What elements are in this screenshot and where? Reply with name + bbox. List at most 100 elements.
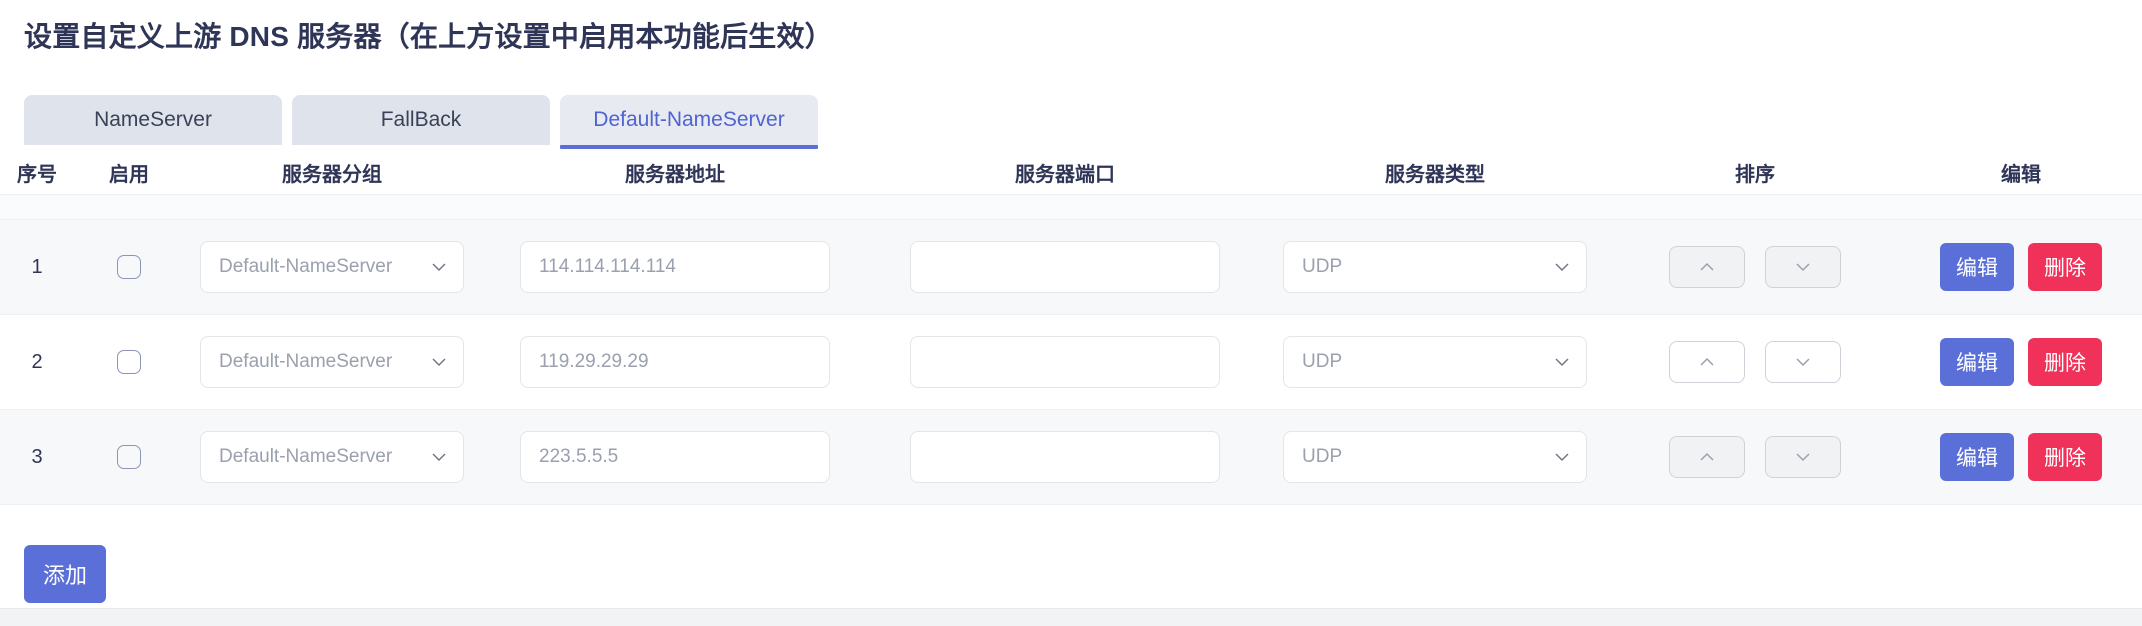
sort-controls — [1669, 341, 1841, 383]
row-group-cell: Default-NameServer — [184, 220, 480, 314]
delete-button[interactable]: 删除 — [2028, 433, 2102, 481]
enable-checkbox[interactable] — [117, 445, 141, 469]
server-address-value: 114.114.114.114 — [539, 256, 676, 277]
row-sort-cell — [1610, 315, 1900, 409]
header-index: 序号 — [17, 163, 57, 186]
row-index: 1 — [31, 255, 43, 278]
row-enable-cell — [74, 410, 184, 504]
move-down-button[interactable] — [1765, 246, 1841, 288]
header-type: 服务器类型 — [1385, 163, 1485, 186]
tab-default-nameserver[interactable]: Default-NameServer — [560, 95, 818, 149]
server-port-input[interactable] — [910, 241, 1220, 293]
row-port-cell — [870, 220, 1260, 314]
row-sort-cell — [1610, 410, 1900, 504]
tab-nameserver[interactable]: NameServer — [24, 95, 282, 145]
row-port-cell — [870, 315, 1260, 409]
row-index-cell: 3 — [0, 410, 74, 504]
row-type-cell: UDP — [1260, 315, 1610, 409]
row-port-cell — [870, 410, 1260, 504]
move-down-button[interactable] — [1765, 436, 1841, 478]
servers-table: 序号 启用 服务器分组 服务器地址 服务器端口 服务器类型 排序 编辑 1 De… — [0, 150, 2142, 505]
row-index: 3 — [31, 445, 43, 468]
delete-button[interactable]: 删除 — [2028, 338, 2102, 386]
dns-upstream-settings-page: 设置自定义上游 DNS 服务器（在上方设置中启用本功能后生效） NameServ… — [0, 0, 2142, 626]
row-enable-cell — [74, 220, 184, 314]
server-type-select[interactable]: UDP — [1283, 241, 1587, 293]
table-row: 2 Default-NameServer 119.29.29.29 UDP 编辑… — [0, 315, 2142, 410]
server-address-input[interactable]: 223.5.5.5 — [520, 431, 830, 483]
chevron-down-icon — [1554, 354, 1570, 370]
row-actions-cell: 编辑 删除 — [1900, 410, 2142, 504]
enable-checkbox[interactable] — [117, 255, 141, 279]
row-actions-cell: 编辑 删除 — [1900, 220, 2142, 314]
row-actions: 编辑 删除 — [1940, 433, 2102, 481]
edit-button[interactable]: 编辑 — [1940, 338, 2014, 386]
chevron-down-icon — [1796, 358, 1810, 367]
row-address-cell: 114.114.114.114 — [480, 220, 870, 314]
chevron-down-icon — [1554, 259, 1570, 275]
table-row: 1 Default-NameServer 114.114.114.114 UDP… — [0, 220, 2142, 315]
table-header-row: 序号 启用 服务器分组 服务器地址 服务器端口 服务器类型 排序 编辑 — [0, 150, 2142, 195]
server-address-input[interactable]: 119.29.29.29 — [520, 336, 830, 388]
server-group-value: Default-NameServer — [219, 446, 393, 467]
chevron-down-icon — [431, 259, 447, 275]
server-port-input[interactable] — [910, 431, 1220, 483]
header-address: 服务器地址 — [625, 163, 725, 186]
tab-strip: NameServer FallBack Default-NameServer — [24, 93, 828, 149]
chevron-up-icon — [1700, 357, 1714, 366]
row-index-cell: 1 — [0, 220, 74, 314]
tab-label: FallBack — [380, 108, 462, 131]
chevron-down-icon — [431, 354, 447, 370]
move-down-button[interactable] — [1765, 341, 1841, 383]
server-group-value: Default-NameServer — [219, 256, 393, 277]
header-enable: 启用 — [109, 163, 149, 186]
server-group-select[interactable]: Default-NameServer — [200, 431, 464, 483]
table-footer: 添加 — [0, 535, 2142, 608]
row-index: 2 — [31, 350, 43, 373]
row-address-cell: 223.5.5.5 — [480, 410, 870, 504]
server-group-select[interactable]: Default-NameServer — [200, 241, 464, 293]
row-sort-cell — [1610, 220, 1900, 314]
sort-controls — [1669, 436, 1841, 478]
tab-fallback[interactable]: FallBack — [292, 95, 550, 145]
enable-checkbox[interactable] — [117, 350, 141, 374]
chevron-down-icon — [1554, 449, 1570, 465]
server-port-input[interactable] — [910, 336, 1220, 388]
page-bottom-strip — [0, 608, 2142, 626]
table-spacer-row — [0, 195, 2142, 220]
tab-label: Default-NameServer — [593, 108, 785, 131]
row-group-cell: Default-NameServer — [184, 410, 480, 504]
server-type-value: UDP — [1302, 446, 1343, 467]
row-type-cell: UDP — [1260, 410, 1610, 504]
chevron-down-icon — [431, 449, 447, 465]
move-up-button[interactable] — [1669, 341, 1745, 383]
chevron-down-icon — [1796, 263, 1810, 272]
row-group-cell: Default-NameServer — [184, 315, 480, 409]
move-up-button[interactable] — [1669, 436, 1745, 478]
move-up-button[interactable] — [1669, 246, 1745, 288]
server-address-input[interactable]: 114.114.114.114 — [520, 241, 830, 293]
server-type-value: UDP — [1302, 351, 1343, 372]
server-type-value: UDP — [1302, 256, 1343, 277]
server-address-value: 119.29.29.29 — [539, 351, 649, 372]
tab-label: NameServer — [94, 108, 212, 131]
table-row: 3 Default-NameServer 223.5.5.5 UDP 编辑 删除 — [0, 410, 2142, 505]
header-edit: 编辑 — [2001, 163, 2041, 186]
delete-button[interactable]: 删除 — [2028, 243, 2102, 291]
server-type-select[interactable]: UDP — [1283, 431, 1587, 483]
row-enable-cell — [74, 315, 184, 409]
server-type-select[interactable]: UDP — [1283, 336, 1587, 388]
header-port: 服务器端口 — [1015, 163, 1115, 186]
edit-button[interactable]: 编辑 — [1940, 433, 2014, 481]
chevron-down-icon — [1796, 453, 1810, 462]
row-actions: 编辑 删除 — [1940, 338, 2102, 386]
server-group-select[interactable]: Default-NameServer — [200, 336, 464, 388]
row-actions: 编辑 删除 — [1940, 243, 2102, 291]
header-sort: 排序 — [1735, 163, 1775, 186]
row-type-cell: UDP — [1260, 220, 1610, 314]
chevron-up-icon — [1700, 452, 1714, 461]
server-address-value: 223.5.5.5 — [539, 446, 619, 467]
add-row-button[interactable]: 添加 — [24, 545, 106, 603]
edit-button[interactable]: 编辑 — [1940, 243, 2014, 291]
server-group-value: Default-NameServer — [219, 351, 393, 372]
